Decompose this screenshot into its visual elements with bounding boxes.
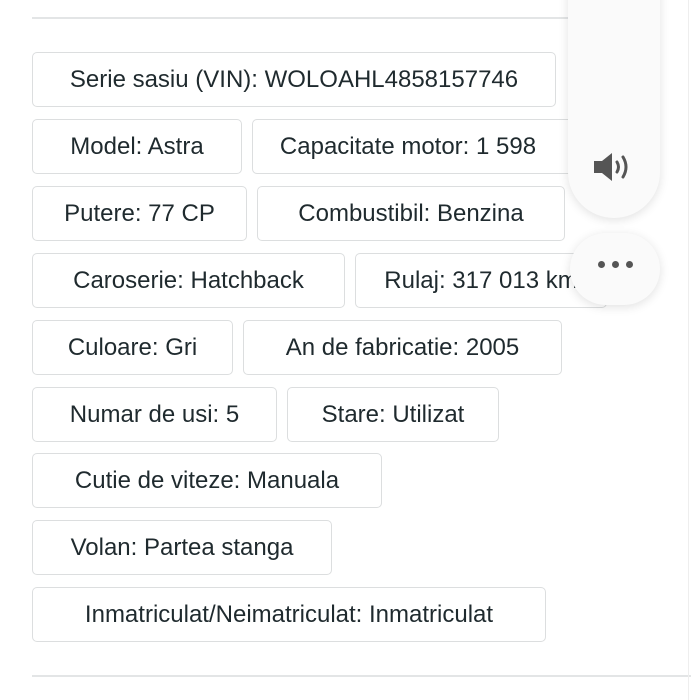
attribute-registration: Inmatriculat/Neimatriculat: Inmatriculat: [32, 587, 546, 642]
dot: [611, 260, 619, 268]
attribute-engine-capacity: Capacitate motor: 1 598: [252, 119, 592, 174]
attribute-steering: Volan: Partea stanga: [32, 520, 332, 575]
bottom-divider: [32, 675, 691, 677]
attribute-fuel: Combustibil: Benzina: [257, 186, 565, 241]
speaker-icon[interactable]: [592, 149, 636, 190]
attribute-mileage: Rulaj: 317 013 km: [355, 253, 607, 308]
dot: [625, 260, 633, 268]
attribute-model: Model: Astra: [32, 119, 242, 174]
read-aloud-panel[interactable]: [568, 0, 660, 218]
more-options-button[interactable]: [570, 233, 660, 305]
right-edge-line: [688, 0, 689, 700]
more-dots-icon: [597, 260, 605, 268]
attribute-gearbox: Cutie de viteze: Manuala: [32, 453, 382, 508]
attribute-body: Caroserie: Hatchback: [32, 253, 345, 308]
attribute-doors: Numar de usi: 5: [32, 387, 277, 442]
top-divider: [32, 17, 572, 19]
attribute-color: Culoare: Gri: [32, 320, 233, 375]
attribute-vin: Serie sasiu (VIN): WOLOAHL4858157746: [32, 52, 556, 107]
attribute-condition: Stare: Utilizat: [287, 387, 499, 442]
attribute-power: Putere: 77 CP: [32, 186, 247, 241]
attribute-year: An de fabricatie: 2005: [243, 320, 562, 375]
